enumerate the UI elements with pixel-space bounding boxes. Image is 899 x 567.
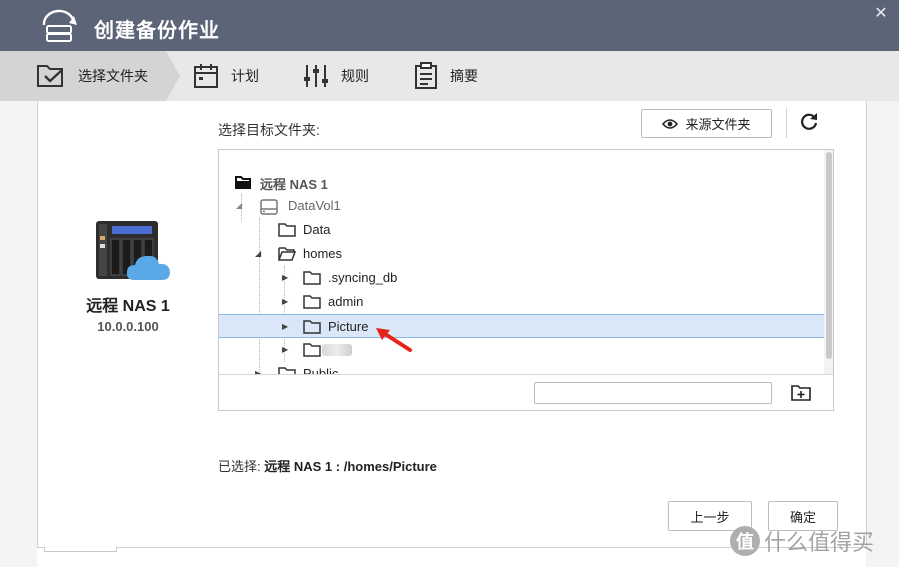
folder-check-icon	[37, 65, 63, 87]
right-margin	[866, 101, 899, 567]
nas-ip: 10.0.0.100	[97, 319, 159, 334]
folder-icon	[303, 295, 321, 309]
tree-list: 远程 NAS 1 ◢ DataVol1 Data ◢ homes ▶ .sync…	[219, 150, 825, 374]
clipboard-icon	[415, 62, 437, 89]
tree-row-data[interactable]: Data	[219, 218, 825, 242]
tree-row-admin[interactable]: ▶ admin	[219, 290, 825, 314]
source-folder-button[interactable]: 来源文件夹	[641, 109, 772, 138]
bottom-tab	[44, 547, 117, 552]
expand-toggle[interactable]: ▶	[282, 273, 288, 282]
backup-sync-icon	[42, 9, 77, 42]
step-arrow	[166, 51, 180, 101]
source-folder-label: 来源文件夹	[685, 117, 751, 132]
tree-row-root[interactable]: 远程 NAS 1	[219, 170, 825, 194]
close-button[interactable]: ✕	[871, 4, 891, 24]
backup-dialog: 创建备份作业 ✕ 选择文件夹 计划 规则 摘要 远程 NAS 1 10.0.0.…	[0, 0, 899, 567]
tree-row-syncing-db[interactable]: ▶ .syncing_db	[219, 266, 825, 290]
tree-row-public[interactable]: ▶ Public	[219, 362, 825, 374]
watermark-text: 什么值得买	[764, 530, 875, 555]
nas-name: 远程 NAS 1	[86, 298, 170, 315]
folder-icon	[303, 343, 321, 357]
dialog-title: 创建备份作业	[94, 20, 220, 42]
target-folder-label: 选择目标文件夹:	[218, 122, 320, 138]
expand-toggle[interactable]: ◢	[255, 249, 261, 258]
drive-icon	[260, 199, 278, 215]
folder-icon	[278, 223, 296, 237]
new-folder-name-input[interactable]	[534, 382, 772, 404]
selected-path-value: 远程 NAS 1 : /homes/Picture	[264, 459, 437, 474]
tree-row-picture[interactable]: ▶ Picture	[219, 314, 825, 338]
left-margin	[0, 101, 37, 567]
toolbar-divider	[786, 108, 787, 138]
scrollbar-thumb[interactable]	[826, 152, 832, 359]
step-label: 选择文件夹	[78, 68, 148, 84]
expand-toggle[interactable]: ▶	[282, 297, 288, 306]
tree-scrollbar[interactable]	[824, 150, 833, 374]
tree-row-label: 远程 NAS 1	[260, 177, 328, 192]
step-schedule[interactable]: 计划	[193, 51, 259, 101]
expand-toggle[interactable]: ◢	[236, 201, 242, 210]
step-label: 摘要	[450, 68, 478, 84]
folder-filled-icon	[235, 176, 251, 189]
expand-toggle[interactable]: ▶	[282, 345, 288, 354]
folder-tree: 远程 NAS 1 ◢ DataVol1 Data ◢ homes ▶ .sync…	[218, 149, 834, 411]
step-select-folder[interactable]: 选择文件夹	[0, 51, 166, 101]
step-rules[interactable]: 规则	[303, 51, 369, 101]
tree-row-hidden[interactable]: ▶	[219, 338, 825, 362]
tree-row-homes[interactable]: ◢ homes	[219, 242, 825, 266]
tree-row-label: Data	[303, 222, 331, 237]
blurred-label	[322, 344, 352, 356]
folder-open-icon	[278, 247, 296, 261]
new-folder-icon[interactable]	[789, 381, 813, 405]
selected-prefix: 已选择:	[218, 459, 261, 474]
folder-icon	[303, 271, 321, 285]
watermark: 值 什么值得买	[730, 525, 874, 557]
step-label: 计划	[231, 68, 259, 84]
annotation-arrow-icon	[376, 328, 412, 352]
calendar-icon	[194, 64, 218, 88]
nas-cloud-icon	[96, 221, 170, 280]
eye-icon	[662, 118, 679, 129]
title-bar: 创建备份作业 ✕	[0, 0, 899, 51]
tree-footer	[219, 374, 833, 410]
tree-row-label: .syncing_db	[328, 270, 398, 285]
wizard-steps: 选择文件夹 计划 规则 摘要	[0, 51, 899, 102]
tree-row-label: Picture	[328, 319, 369, 334]
step-label: 规则	[341, 68, 369, 84]
step-summary[interactable]: 摘要	[414, 51, 478, 101]
tree-row-label: DataVol1	[288, 198, 341, 213]
refresh-icon[interactable]	[798, 111, 820, 133]
folder-icon	[303, 320, 321, 334]
tree-row-label: admin	[328, 294, 364, 309]
tree-row-datavol1[interactable]: ◢ DataVol1	[219, 194, 825, 218]
sliders-icon	[304, 65, 328, 87]
expand-toggle[interactable]: ▶	[282, 322, 288, 331]
tree-row-label: Public	[303, 366, 339, 374]
selected-path: 已选择: 远程 NAS 1 : /homes/Picture	[218, 456, 437, 475]
tree-row-label: homes	[303, 246, 343, 261]
folder-icon	[278, 367, 296, 374]
watermark-logo: 值	[730, 526, 760, 556]
